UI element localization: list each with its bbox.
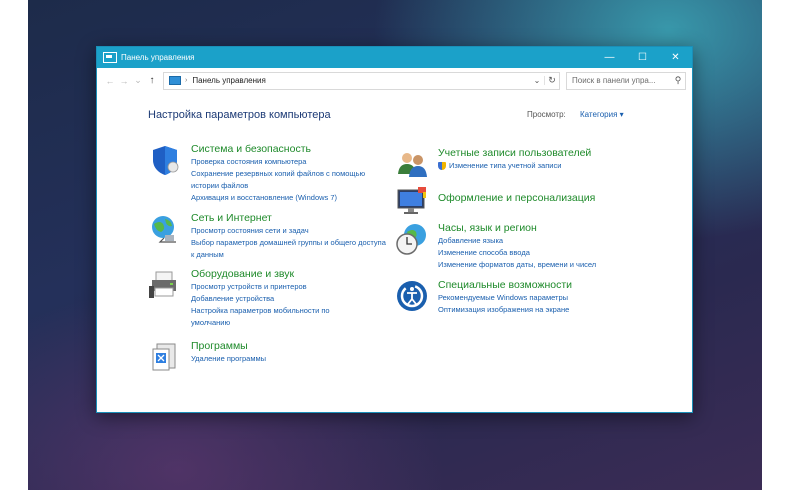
window-title: Панель управления [121, 53, 195, 62]
maximize-button[interactable]: ☐ [626, 47, 659, 68]
recent-locations-chevron-icon[interactable]: ⌄ [131, 75, 145, 86]
refresh-icon[interactable]: ↻ [545, 75, 559, 86]
forward-arrow-icon[interactable]: → [117, 76, 131, 86]
search-icon[interactable]: ⚲ [671, 75, 685, 86]
title-bar[interactable]: Панель управления — ☐ ✕ [97, 47, 692, 68]
search-box[interactable]: Поиск в панели упра... ⚲ [566, 71, 686, 90]
control-panel-window: Панель управления — ☐ ✕ ← → ⌄ ↑ › Панель… [96, 46, 693, 413]
control-panel-icon [103, 52, 117, 63]
up-arrow-icon[interactable]: ↑ [145, 75, 159, 86]
breadcrumb-control-panel[interactable]: Панель управления [192, 76, 266, 85]
back-arrow-icon[interactable]: ← [103, 76, 117, 86]
control-panel-location-icon [169, 76, 181, 85]
minimize-button[interactable]: — [593, 47, 626, 68]
close-button[interactable]: ✕ [659, 47, 692, 68]
breadcrumb-separator-icon: › [185, 77, 188, 84]
navigation-bar: ← → ⌄ ↑ › Панель управления ⌄ ↻ Поиск в … [97, 68, 692, 93]
search-input[interactable]: Поиск в панели упра... [567, 76, 671, 85]
address-dropdown-icon[interactable]: ⌄ [530, 76, 545, 85]
address-bar[interactable]: › Панель управления ⌄ ↻ [163, 71, 560, 90]
